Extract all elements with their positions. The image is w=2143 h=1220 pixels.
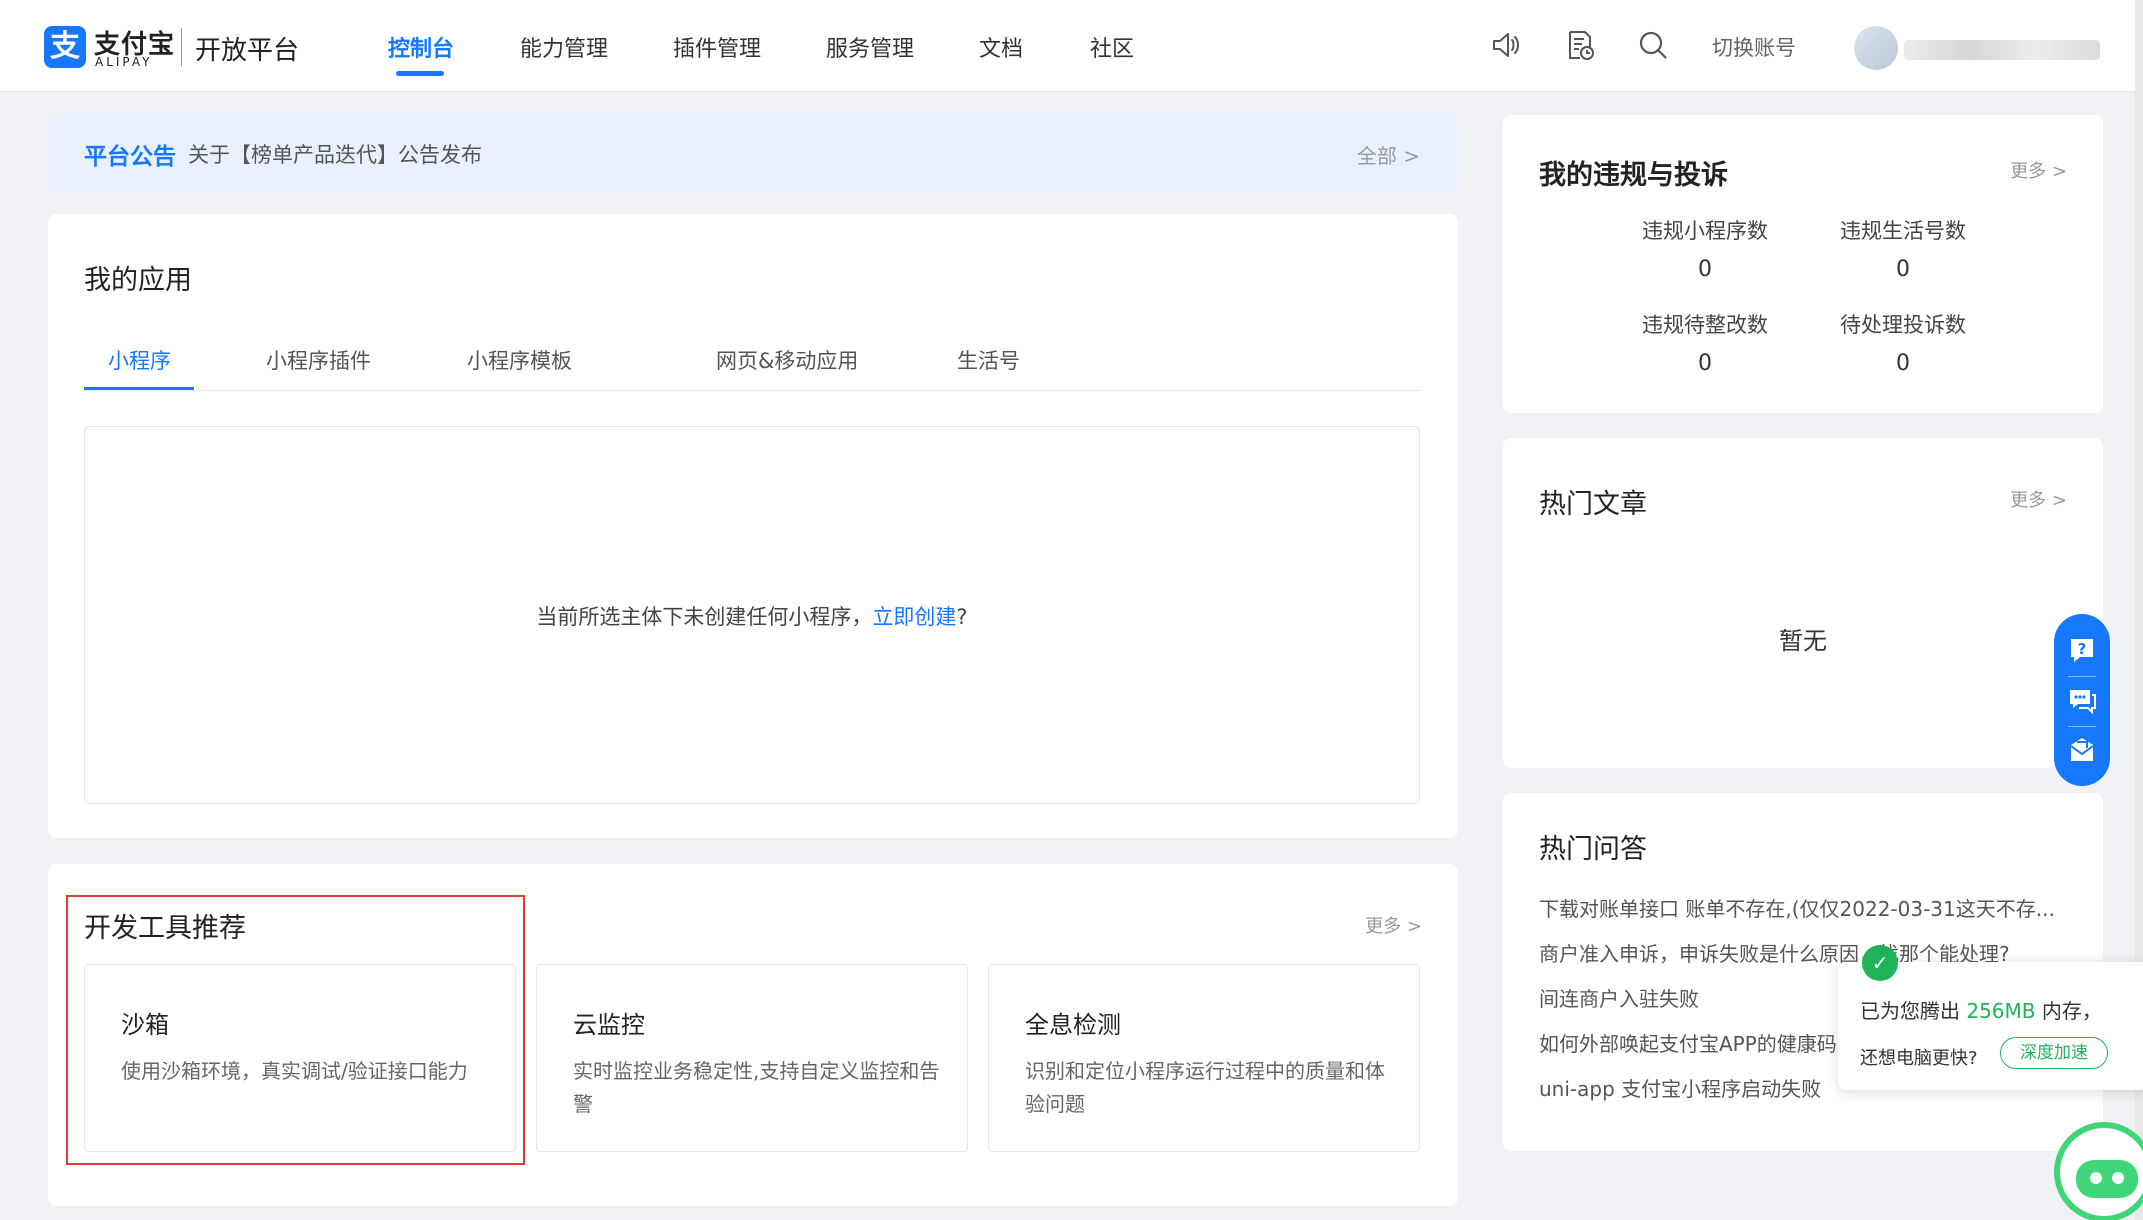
tool-title: 云监控 (573, 1011, 645, 1039)
platform-name: 开放平台 (195, 36, 300, 66)
nav-capability[interactable]: 能力管理 (520, 31, 608, 63)
tab-miniprogram[interactable]: 小程序 (108, 345, 171, 375)
robot-face (2076, 1160, 2138, 1198)
qa-item[interactable]: 间连商户入驻失败 (1539, 983, 1699, 1012)
tool-desc: 实时监控业务稳定性,支持自定义监控和告警 (573, 1059, 940, 1116)
hot-qa-title: 热门问答 (1539, 834, 1647, 865)
announcement-link[interactable]: 关于【榜单产品迭代】公告发布 (188, 139, 482, 169)
app-tabs: 小程序 小程序插件 小程序模板 网页&移动应用 生活号 (84, 329, 1420, 391)
nav-console[interactable]: 控制台 (388, 31, 454, 63)
violations-title: 我的违规与投诉 (1539, 160, 1728, 191)
announcement-bar: 平台公告 关于【榜单产品迭代】公告发布 全部 > (48, 115, 1458, 190)
hot-articles-title: 热门文章 (1539, 489, 1647, 520)
tool-card-cloud-monitor[interactable]: 云监控 实时监控业务稳定性,支持自定义监控和告警 (536, 964, 968, 1152)
tab-active-indicator (84, 387, 194, 390)
popup-suffix: 内存， (2035, 999, 2102, 1023)
announcement-all-link[interactable]: 全部 > (1357, 140, 1420, 169)
dev-tools-title: 开发工具推荐 (84, 913, 246, 944)
stat-value[interactable]: 0 (1813, 351, 1993, 376)
avatar[interactable] (1854, 26, 1898, 70)
popup-question: 还想电脑更快? (1860, 1048, 1978, 1069)
stat-value[interactable]: 0 (1615, 257, 1795, 282)
hot-articles-card: 热门文章 更多 > 暂无 (1503, 438, 2103, 768)
dev-tools-card: 开发工具推荐 更多 > 沙箱 使用沙箱环境，真实调试/验证接口能力 云监控 实时… (48, 864, 1458, 1206)
robot-eye (2112, 1172, 2124, 1184)
announcement-title: 平台公告 (84, 144, 176, 170)
document-clock-icon[interactable] (1562, 28, 1596, 62)
popup-amount: 256MB (1966, 999, 2036, 1023)
popup-prefix: 已为您腾出 (1860, 999, 1967, 1023)
speaker-icon[interactable] (1488, 28, 1522, 62)
qa-item[interactable]: uni-app 支付宝小程序启动失败 (1539, 1073, 1821, 1102)
my-apps-card: 我的应用 小程序 小程序插件 小程序模板 网页&移动应用 生活号 当前所选主体下… (48, 214, 1458, 838)
tool-card-holo-detect[interactable]: 全息检测 识别和定位小程序运行过程中的质量和体验问题 (988, 964, 1420, 1152)
floating-toolbar: ? (2054, 614, 2110, 786)
empty-state-box: 当前所选主体下未创建任何小程序，立即创建? (84, 426, 1420, 804)
nav-active-indicator (396, 71, 444, 76)
tab-life-account[interactable]: 生活号 (957, 345, 1020, 375)
popup-message: 已为您腾出 256MB 内存， (1860, 995, 2102, 1024)
violations-card: 我的违规与投诉 更多 > 违规小程序数 0 违规生活号数 0 违规待整改数 0 … (1503, 115, 2103, 413)
nav-plugin[interactable]: 插件管理 (673, 31, 761, 63)
tab-miniprogram-plugin[interactable]: 小程序插件 (266, 345, 371, 375)
stat-label: 违规小程序数 (1642, 219, 1768, 243)
qa-item[interactable]: 下载对账单接口 账单不存在,(仅仅2022-03-31这天不存... (1539, 893, 2055, 922)
empty-state-message: 当前所选主体下未创建任何小程序， (536, 605, 873, 629)
tool-title: 沙箱 (121, 1011, 169, 1039)
help-icon[interactable]: ? (2066, 634, 2098, 666)
search-icon[interactable] (1636, 28, 1670, 62)
create-now-link[interactable]: 立即创建 (872, 605, 956, 629)
tool-desc: 识别和定位小程序运行过程中的质量和体验问题 (1025, 1059, 1385, 1116)
tool-title: 全息检测 (1025, 1011, 1121, 1039)
hot-articles-empty: 暂无 (1779, 627, 1827, 655)
feedback-mail-icon[interactable] (2066, 734, 2098, 766)
blurred-username[interactable] (1904, 40, 2100, 60)
deep-accelerate-button[interactable]: 深度加速 (2000, 1037, 2108, 1069)
check-icon: ✓ (1862, 945, 1898, 981)
memory-freed-popup: 已为您腾出 256MB 内存， 还想电脑更快? 深度加速 (1838, 962, 2143, 1090)
stat-value[interactable]: 0 (1813, 257, 1993, 282)
tool-desc: 使用沙箱环境，真实调试/验证接口能力 (121, 1059, 468, 1083)
stat-label: 违规待整改数 (1642, 313, 1768, 337)
stat-value[interactable]: 0 (1615, 351, 1795, 376)
hot-articles-more-link[interactable]: 更多 > (2010, 486, 2067, 512)
toolbar-divider (2068, 726, 2096, 727)
stat-label: 违规生活号数 (1840, 219, 1966, 243)
robot-assistant-icon[interactable] (2054, 1122, 2143, 1220)
logo-divider (181, 28, 182, 66)
nav-docs[interactable]: 文档 (979, 31, 1023, 63)
my-apps-title: 我的应用 (84, 265, 192, 296)
dev-tools-more-link[interactable]: 更多 > (1365, 912, 1422, 938)
tab-miniprogram-template[interactable]: 小程序模板 (467, 345, 572, 375)
stat-label: 待处理投诉数 (1840, 313, 1966, 337)
robot-eye (2090, 1172, 2102, 1184)
empty-state-text: 当前所选主体下未创建任何小程序，立即创建? (85, 601, 1419, 631)
top-header: 支 支付宝 ALIPAY 开放平台 控制台 能力管理 插件管理 服务管理 文档 … (0, 0, 2143, 92)
toolbar-divider (2068, 676, 2096, 677)
alipay-logo-icon[interactable]: 支 (44, 26, 86, 68)
chat-icon[interactable] (2066, 684, 2098, 716)
qa-item[interactable]: 如何外部唤起支付宝APP的健康码 (1539, 1028, 1837, 1057)
nav-community[interactable]: 社区 (1090, 31, 1134, 63)
svg-text:?: ? (2078, 640, 2087, 658)
tool-card-sandbox[interactable]: 沙箱 使用沙箱环境，真实调试/验证接口能力 (84, 964, 516, 1152)
logo-en-text: ALIPAY (95, 55, 153, 69)
violations-more-link[interactable]: 更多 > (2010, 157, 2067, 183)
nav-service[interactable]: 服务管理 (826, 31, 914, 63)
tab-web-mobile[interactable]: 网页&移动应用 (716, 345, 858, 375)
empty-state-question: ? (956, 605, 968, 629)
switch-account-link[interactable]: 切换账号 (1712, 32, 1796, 62)
